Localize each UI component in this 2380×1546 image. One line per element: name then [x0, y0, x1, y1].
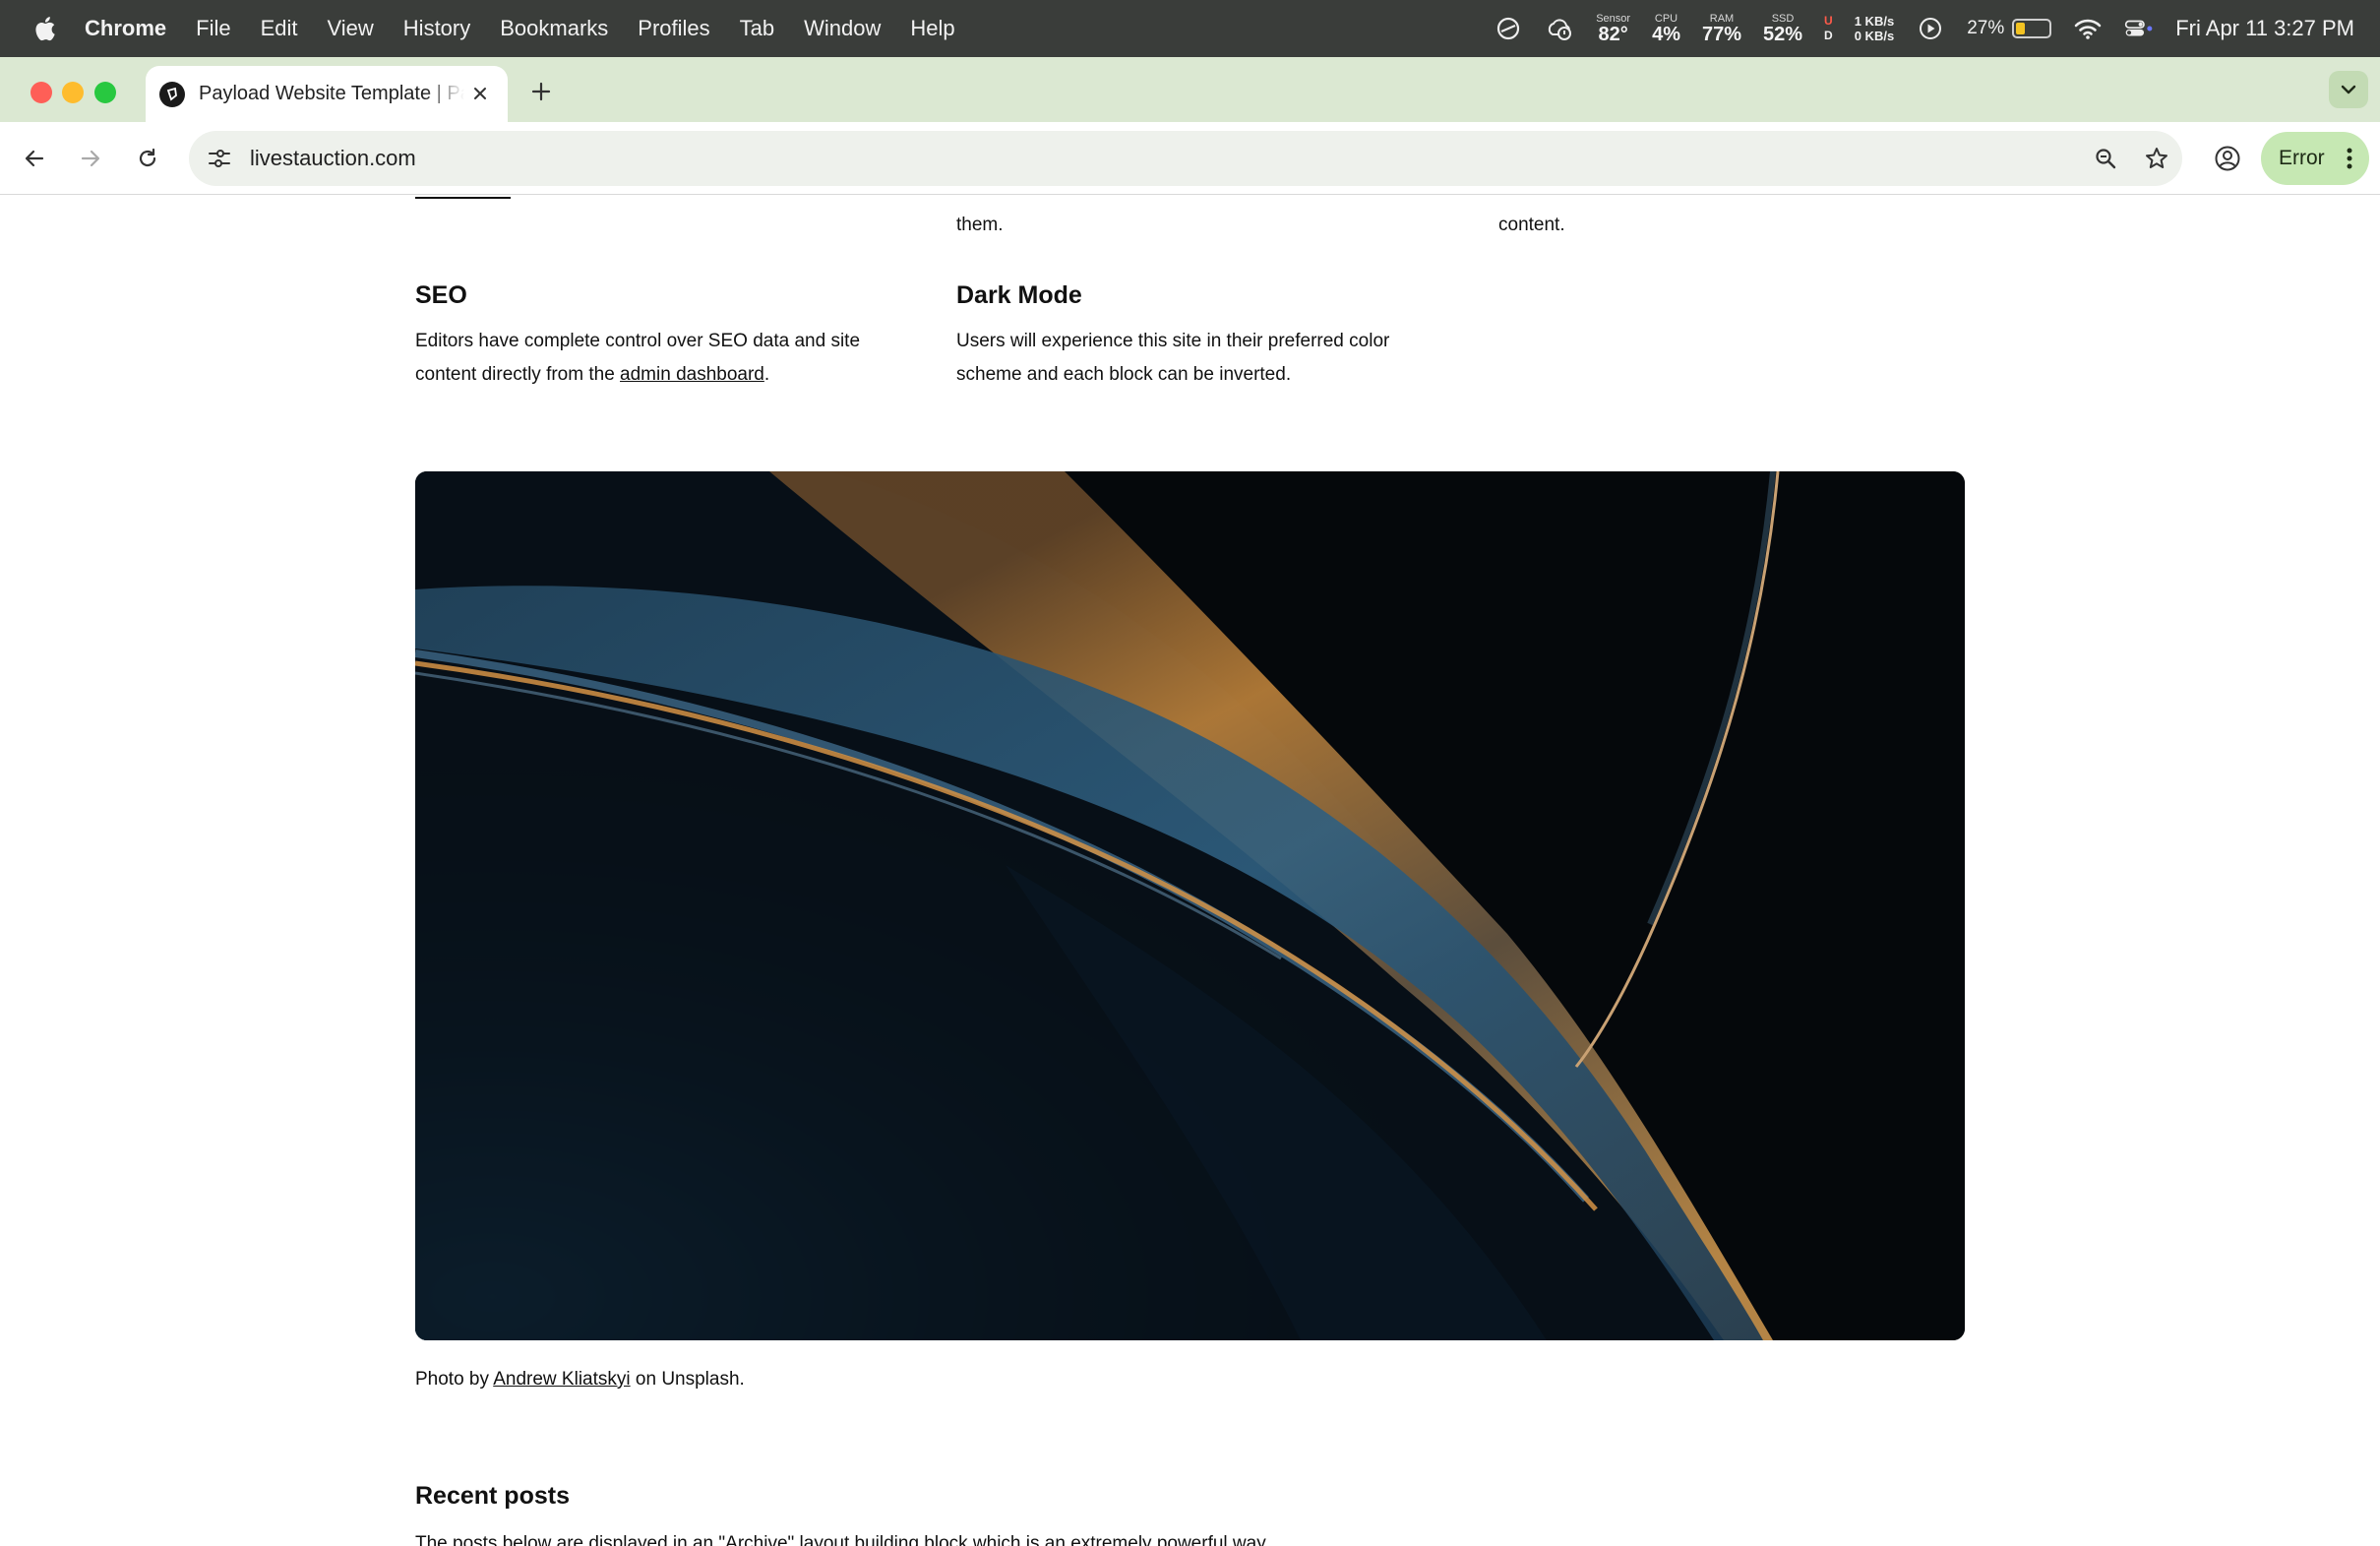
battery-level-fill	[2016, 23, 2025, 34]
battery-percent: 27%	[1967, 18, 2005, 38]
feature-dark-mode-text: Users will experience this site in their…	[956, 331, 1390, 385]
tab-title: Payload Website Template | Payload	[199, 83, 464, 104]
site-info-tune-icon[interactable]	[203, 142, 236, 175]
menu-history[interactable]: History	[403, 16, 470, 41]
menu-app-name[interactable]: Chrome	[85, 16, 166, 41]
tab-close-icon[interactable]	[468, 82, 492, 105]
ssd-stat: SSD 52%	[1763, 12, 1803, 45]
disk-io-indicator: U D	[1824, 14, 1833, 43]
profile-avatar-icon[interactable]	[2209, 140, 2246, 177]
forward-arrow-icon[interactable]	[72, 140, 109, 177]
recent-posts-description: The posts below are displayed in an "Arc…	[415, 1533, 1266, 1546]
sensor-stat: Sensor 82°	[1596, 12, 1631, 45]
battery-icon	[2012, 19, 2052, 38]
disk-up-label: U	[1824, 14, 1833, 28]
net-down-value: 0 KB/s	[1854, 29, 1895, 43]
disk-down-label: D	[1824, 29, 1833, 42]
ssd-label: SSD	[1771, 12, 1795, 25]
menu-bookmarks[interactable]: Bookmarks	[500, 16, 608, 41]
menubar-status-area: Sensor 82° CPU 4% RAM 77% SSD 52% U D 1 …	[1494, 0, 2354, 57]
feature-seo-title: SEO	[415, 281, 467, 309]
new-tab-plus-icon[interactable]	[526, 77, 556, 106]
back-arrow-icon[interactable]	[16, 140, 53, 177]
cpu-value: 4%	[1652, 23, 1680, 45]
control-center-icon[interactable]	[2124, 14, 2154, 43]
photographer-link[interactable]: Andrew Kliatskyi	[493, 1369, 630, 1390]
menu-file[interactable]: File	[196, 16, 230, 41]
bookmark-star-icon[interactable]	[2141, 143, 2172, 174]
menu-view[interactable]: View	[328, 16, 374, 41]
feature-dark-mode: Dark Mode Users will experience this sit…	[956, 279, 1438, 392]
net-up-value: 1 KB/s	[1854, 14, 1895, 29]
caption-prefix: Photo by	[415, 1369, 494, 1390]
feature-seo-text-end: .	[763, 364, 770, 385]
previous-feature-text-end-right: content.	[1498, 215, 1565, 235]
focus-status-icon[interactable]	[1494, 14, 1523, 43]
caption-suffix: on Unsplash.	[630, 1369, 745, 1390]
apple-logo-icon[interactable]	[30, 14, 59, 43]
window-close-button[interactable]	[31, 82, 52, 103]
address-bar[interactable]: livestauction.com	[189, 131, 2182, 186]
ssd-value: 52%	[1763, 23, 1803, 45]
web-page-content: them. content. SEO Editors have complete…	[0, 195, 2380, 1546]
zoom-magnifier-icon[interactable]	[2090, 143, 2121, 174]
menu-edit[interactable]: Edit	[261, 16, 298, 41]
sensor-value: 82°	[1598, 23, 1628, 45]
menu-tab[interactable]: Tab	[740, 16, 774, 41]
error-button-label: Error	[2279, 147, 2325, 169]
url-text[interactable]: livestauction.com	[250, 146, 416, 171]
more-menu-kebab-icon[interactable]	[2344, 145, 2355, 172]
window-minimize-button[interactable]	[62, 82, 84, 103]
browser-toolbar: livestauction.com Error	[0, 122, 2380, 195]
ram-label: RAM	[1709, 12, 1735, 25]
feature-seo-text: Editors have complete control over SEO d…	[415, 325, 907, 392]
image-caption: Photo by Andrew Kliatskyi on Unsplash.	[415, 1369, 745, 1391]
hero-abstract-image	[415, 471, 1965, 1340]
recent-posts-heading: Recent posts	[415, 1482, 570, 1510]
feature-dark-mode-title: Dark Mode	[956, 281, 1082, 309]
cpu-stat: CPU 4%	[1652, 12, 1680, 45]
menu-window[interactable]: Window	[804, 16, 881, 41]
ram-stat: RAM 77%	[1701, 12, 1742, 45]
profile-error-button[interactable]: Error	[2261, 132, 2369, 185]
weather-icon[interactable]	[1545, 14, 1574, 43]
cut-off-link-underline[interactable]	[415, 195, 511, 199]
window-maximize-button[interactable]	[94, 82, 116, 103]
macos-menu-bar: Chrome File Edit View History Bookmarks …	[0, 0, 2380, 57]
active-tab[interactable]: Payload Website Template | Payload	[146, 66, 508, 122]
feature-seo: SEO Editors have complete control over S…	[415, 279, 907, 392]
admin-dashboard-link[interactable]: admin dashboard	[620, 364, 764, 385]
ram-value: 77%	[1701, 23, 1742, 45]
browser-tab-strip: Payload Website Template | Payload	[0, 57, 2380, 122]
payload-favicon-icon	[159, 81, 185, 107]
now-playing-icon[interactable]	[1916, 14, 1945, 43]
battery-status[interactable]: 27%	[1967, 18, 2052, 39]
menu-profiles[interactable]: Profiles	[638, 16, 709, 41]
previous-feature-text-end: them.	[956, 215, 1004, 235]
sensor-label: Sensor	[1596, 12, 1631, 25]
wifi-icon[interactable]	[2073, 14, 2103, 43]
reload-icon[interactable]	[129, 140, 166, 177]
menubar-clock[interactable]: Fri Apr 11 3:27 PM	[2175, 16, 2354, 41]
menu-help[interactable]: Help	[910, 16, 954, 41]
network-stat: 1 KB/s 0 KB/s	[1855, 14, 1894, 43]
tab-search-chevron-icon[interactable]	[2329, 71, 2368, 108]
cpu-label: CPU	[1654, 12, 1678, 25]
